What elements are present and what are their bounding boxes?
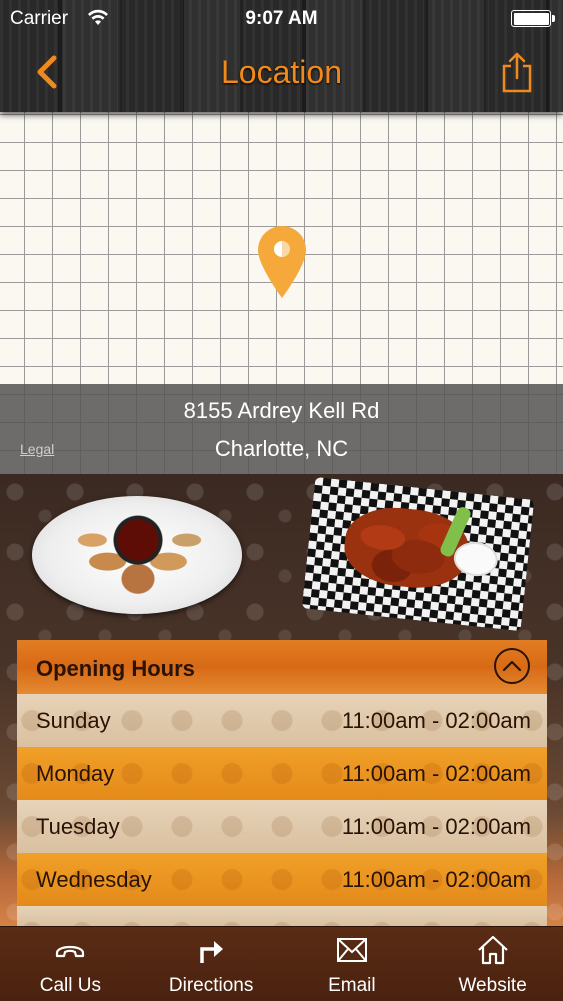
day-label: Monday xyxy=(36,761,115,786)
opening-hours-title: Opening Hours xyxy=(36,656,195,681)
tab-bar: Call Us Directions Email Website xyxy=(0,926,563,1001)
home-icon xyxy=(477,935,508,965)
time-range: 11:00am - 02:00am xyxy=(341,761,531,786)
share-icon xyxy=(502,52,532,93)
tab-label: Email xyxy=(328,975,376,996)
address-city: Charlotte, NC xyxy=(214,436,349,461)
tab-label: Call Us xyxy=(39,975,101,996)
page-title: Location xyxy=(221,54,342,90)
food-photo-wings xyxy=(301,476,535,632)
hours-row: Tuesday 11:00am - 02:00am xyxy=(17,800,547,853)
time-range: 11:00am - 02:00am xyxy=(341,814,531,839)
opening-hours-panel: Opening Hours Sunday 11:00am - 02:00am M… xyxy=(17,640,547,926)
legal-link[interactable]: Legal xyxy=(20,441,54,457)
tab-label: Directions xyxy=(168,975,254,996)
address-street: 8155 Ardrey Kell Rd xyxy=(183,398,380,423)
map-view[interactable]: 8155 Ardrey Kell Rd Charlotte, NC Legal xyxy=(0,112,563,474)
share-button[interactable] xyxy=(499,50,535,94)
day-label: Sunday xyxy=(36,708,111,733)
address-overlay: 8155 Ardrey Kell Rd Charlotte, NC Legal xyxy=(0,384,563,474)
time-range: 11:00am - 02:00am xyxy=(341,708,531,733)
hours-row: Monday 11:00am - 02:00am xyxy=(17,747,547,800)
tab-website[interactable]: Website xyxy=(422,927,563,1001)
day-label: Wednesday xyxy=(36,867,152,892)
opening-hours-header[interactable]: Opening Hours xyxy=(17,640,547,694)
day-label: Tuesday xyxy=(36,814,120,839)
hours-row: Sunday 11:00am - 02:00am xyxy=(17,694,547,747)
directions-arrow-icon xyxy=(200,941,224,963)
clock: 9:07 AM xyxy=(245,8,318,29)
tab-label: Website xyxy=(458,975,527,996)
chevron-up-icon xyxy=(502,660,522,672)
map-pin-icon[interactable] xyxy=(256,224,308,300)
envelope-icon xyxy=(336,938,367,962)
food-photo-appetizer xyxy=(32,496,242,614)
battery-icon xyxy=(511,10,555,27)
time-range: 11:00am - 02:00am xyxy=(341,867,531,892)
collapse-button[interactable] xyxy=(494,648,530,684)
content-area: Opening Hours Sunday 11:00am - 02:00am M… xyxy=(0,474,563,926)
hours-row-partial xyxy=(17,906,547,926)
phone-icon xyxy=(56,945,85,958)
hours-row: Wednesday 11:00am - 02:00am xyxy=(17,853,547,906)
navigation-bar: Carrier 9:07 AM Location xyxy=(0,0,563,112)
tab-call-us[interactable]: Call Us xyxy=(0,927,141,1001)
status-bar: Carrier 9:07 AM xyxy=(0,0,563,36)
tab-email[interactable]: Email xyxy=(282,927,423,1001)
tab-directions[interactable]: Directions xyxy=(141,927,282,1001)
